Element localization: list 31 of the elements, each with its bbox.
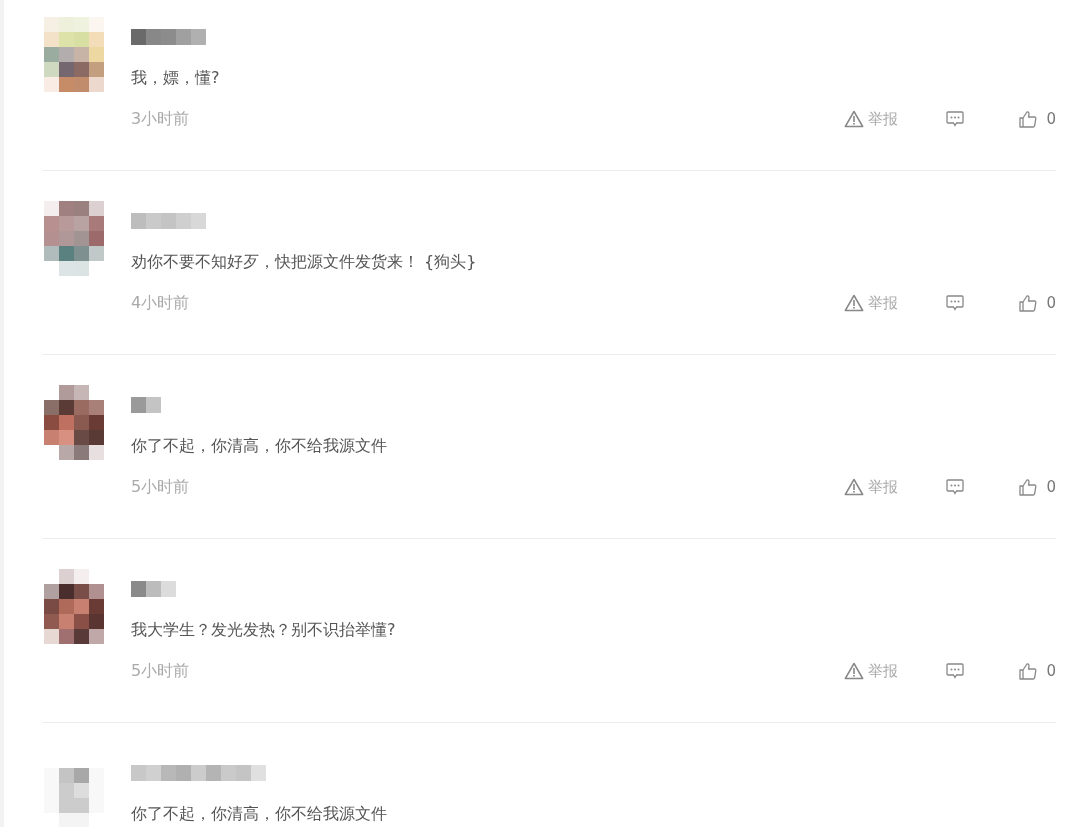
comment-text: 你了不起，你清高，你不给我源文件: [131, 803, 388, 825]
like-button[interactable]: 0: [1018, 661, 1056, 681]
warning-icon: [844, 294, 865, 312]
report-button[interactable]: 举报: [844, 109, 899, 129]
thumbs-up-icon: [1018, 661, 1039, 681]
reply-icon[interactable]: [945, 294, 966, 312]
thumbs-up-icon: [1018, 109, 1039, 129]
redacted-name: [131, 581, 176, 597]
comment-text: 我，嫖，懂?: [131, 67, 221, 89]
like-button[interactable]: 0: [1018, 477, 1056, 497]
warning-icon: [844, 478, 865, 496]
like-button[interactable]: 0: [1018, 109, 1056, 129]
reply-icon[interactable]: [945, 478, 966, 496]
thumbs-up-icon: [1018, 293, 1039, 313]
report-button[interactable]: 举报: [844, 661, 899, 681]
comment-text: 我大学生？发光发热？别不识抬举懂?: [131, 619, 397, 641]
comment-text: 劝你不要不知好歹，快把源文件发货来！ {狗头}: [131, 251, 478, 273]
comment-text: 你了不起，你清高，你不给我源文件: [131, 435, 388, 457]
redacted-name: [131, 397, 161, 413]
thumbs-up-icon: [1018, 477, 1039, 497]
reply-icon[interactable]: [945, 662, 966, 680]
like-button[interactable]: 0: [1018, 293, 1056, 313]
report-button[interactable]: 举报: [844, 293, 899, 313]
comment-time: 5小时前: [131, 660, 190, 682]
report-button[interactable]: 举报: [844, 477, 899, 497]
comment-time: 4小时前: [131, 292, 190, 314]
warning-icon: [844, 110, 865, 128]
reply-icon[interactable]: [945, 110, 966, 128]
comment-time: 3小时前: [131, 108, 190, 130]
comment-time: 5小时前: [131, 476, 190, 498]
warning-icon: [844, 662, 865, 680]
